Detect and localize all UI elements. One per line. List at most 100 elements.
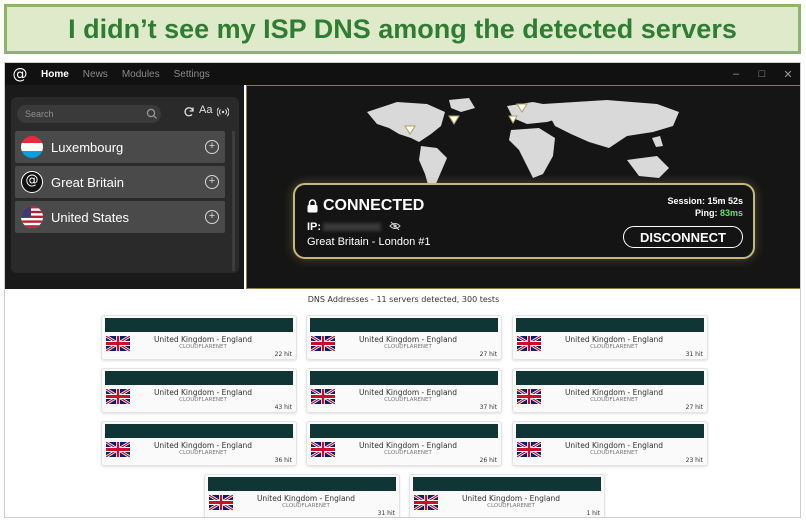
dns-hit-count: 1 hit [586,510,600,517]
dns-title: DNS Addresses - 11 servers detected, 300… [307,295,500,304]
dns-isp: CLOUDFLARENET [384,344,432,350]
session-timer: Session: 15m 52s [667,196,743,206]
dns-location: United Kingdom - England [358,335,458,344]
connection-status: CONNECTED [307,197,424,215]
country-item-luxembourg[interactable]: Luxembourg + [15,131,225,163]
dns-server-card: United Kingdom - England CLOUDFLARENET 27 … [306,315,502,360]
dns-server-card: United Kingdom - England CLOUDFLARENET 1 h… [409,474,605,517]
luxembourg-flag-icon [21,136,43,158]
uk-flag-icon [208,493,234,512]
search-icon[interactable] [145,107,159,121]
dns-ip-redacted [310,424,498,438]
uk-flag-icon [310,334,336,353]
dns-hit-count: 27 hit [479,351,497,358]
dns-hit-count: 43 hit [274,404,292,411]
dns-location: United Kingdom - England [153,335,253,344]
dns-isp: CLOUDFLARENET [384,450,432,456]
uk-flag-icon [516,440,542,459]
connection-panel: CONNECTED IP: Great Britain - London #1 … [246,85,800,289]
dns-hit-count: 31 hit [377,510,395,517]
dns-ip-redacted [516,371,704,385]
session-label: Session: [667,196,705,206]
uk-flag-icon [413,493,439,512]
dns-location: United Kingdom - England [564,335,664,344]
uk-flag-icon [310,387,336,406]
dns-ip-redacted [516,424,704,438]
dns-ip-redacted [516,318,704,332]
tab-modules[interactable]: Modules [122,69,160,80]
title-bar: @ Home News Modules Settings – □ ✕ [5,63,800,85]
add-icon[interactable]: + [205,175,219,189]
dns-isp: CLOUDFLARENET [487,503,535,509]
ping-value: 83ms [719,208,743,218]
dns-isp: CLOUDFLARENET [590,397,638,403]
banner-text: I didn’t see my ISP DNS among the detect… [68,13,737,44]
dns-ip-redacted [310,371,498,385]
eye-slash-icon[interactable] [389,221,401,231]
dns-location: United Kingdom - England [153,441,253,450]
server-list-panel: Search Aa Luxembourg + @ Great Britain +… [5,85,244,289]
signal-icon[interactable] [217,106,229,118]
dns-hit-count: 37 hit [479,404,497,411]
font-size-toggle[interactable]: Aa [199,104,212,116]
usa-flag-icon [21,206,43,228]
dns-ip-redacted [105,318,293,332]
dns-server-card: United Kingdom - England CLOUDFLARENET 31 … [204,474,400,517]
tab-news[interactable]: News [83,69,108,80]
dns-results: DNS Addresses - 11 servers detected, 300… [5,291,800,517]
uk-flag-icon [105,387,131,406]
add-icon[interactable]: + [205,140,219,154]
dns-location: United Kingdom - England [564,388,664,397]
country-label: Luxembourg [51,139,124,155]
session-value: 15m 52s [707,196,743,206]
lock-icon [307,199,318,213]
disconnect-button[interactable]: DISCONNECT [623,226,743,248]
app-logo-icon: @ [12,65,28,83]
tab-home[interactable]: Home [41,69,69,80]
server-name: Great Britain - London #1 [307,236,431,248]
country-label: United States [51,209,130,225]
tab-settings[interactable]: Settings [174,69,210,80]
world-map [367,98,679,188]
dns-server-card: United Kingdom - England CLOUDFLARENET 22 … [101,315,297,360]
dns-isp: CLOUDFLARENET [179,450,227,456]
uk-flag-icon [105,440,131,459]
server-list: Search Aa Luxembourg + @ Great Britain +… [11,97,239,273]
maximize-button[interactable]: □ [748,63,776,85]
country-item-united-states[interactable]: United States + [15,201,225,233]
refresh-icon[interactable] [183,106,195,118]
dns-hit-count: 23 hit [685,457,703,464]
dns-isp: CLOUDFLARENET [179,397,227,403]
dns-server-card: United Kingdom - England CLOUDFLARENET 26 … [306,421,502,466]
dns-location: United Kingdom - England [564,441,664,450]
dns-server-card: United Kingdom - England CLOUDFLARENET 43 … [101,368,297,413]
dns-hit-count: 26 hit [479,457,497,464]
dns-ip-redacted [208,477,396,491]
uk-flag-icon [516,387,542,406]
dns-isp: CLOUDFLARENET [590,450,638,456]
dns-hit-count: 36 hit [274,457,292,464]
dns-server-card: United Kingdom - England CLOUDFLARENET 23 … [512,421,708,466]
close-button[interactable]: ✕ [774,63,800,85]
dns-ip-redacted [105,424,293,438]
status-text: CONNECTED [323,197,425,214]
dns-server-card: United Kingdom - England CLOUDFLARENET 36 … [101,421,297,466]
dns-location: United Kingdom - England [461,494,561,503]
ping-readout: Ping: 83ms [695,208,743,218]
add-icon[interactable]: + [205,210,219,224]
list-scrollbar[interactable] [232,131,235,271]
vpn-app-window: @ Home News Modules Settings – □ ✕ Searc… [4,62,801,518]
dns-ip-redacted [310,318,498,332]
dns-isp: CLOUDFLARENET [590,344,638,350]
country-item-great-britain[interactable]: @ Great Britain + [15,166,225,198]
dns-isp: CLOUDFLARENET [384,397,432,403]
minimize-button[interactable]: – [722,63,750,85]
uk-flag-icon [310,440,336,459]
uk-flag-icon [105,334,131,353]
dns-isp: CLOUDFLARENET [179,344,227,350]
dns-server-card: United Kingdom - England CLOUDFLARENET 37 … [306,368,502,413]
dns-server-card: United Kingdom - England CLOUDFLARENET 31 … [512,315,708,360]
search-input[interactable]: Search [17,105,161,123]
dns-server-card: United Kingdom - England CLOUDFLARENET 27 … [512,368,708,413]
dns-isp: CLOUDFLARENET [282,503,330,509]
